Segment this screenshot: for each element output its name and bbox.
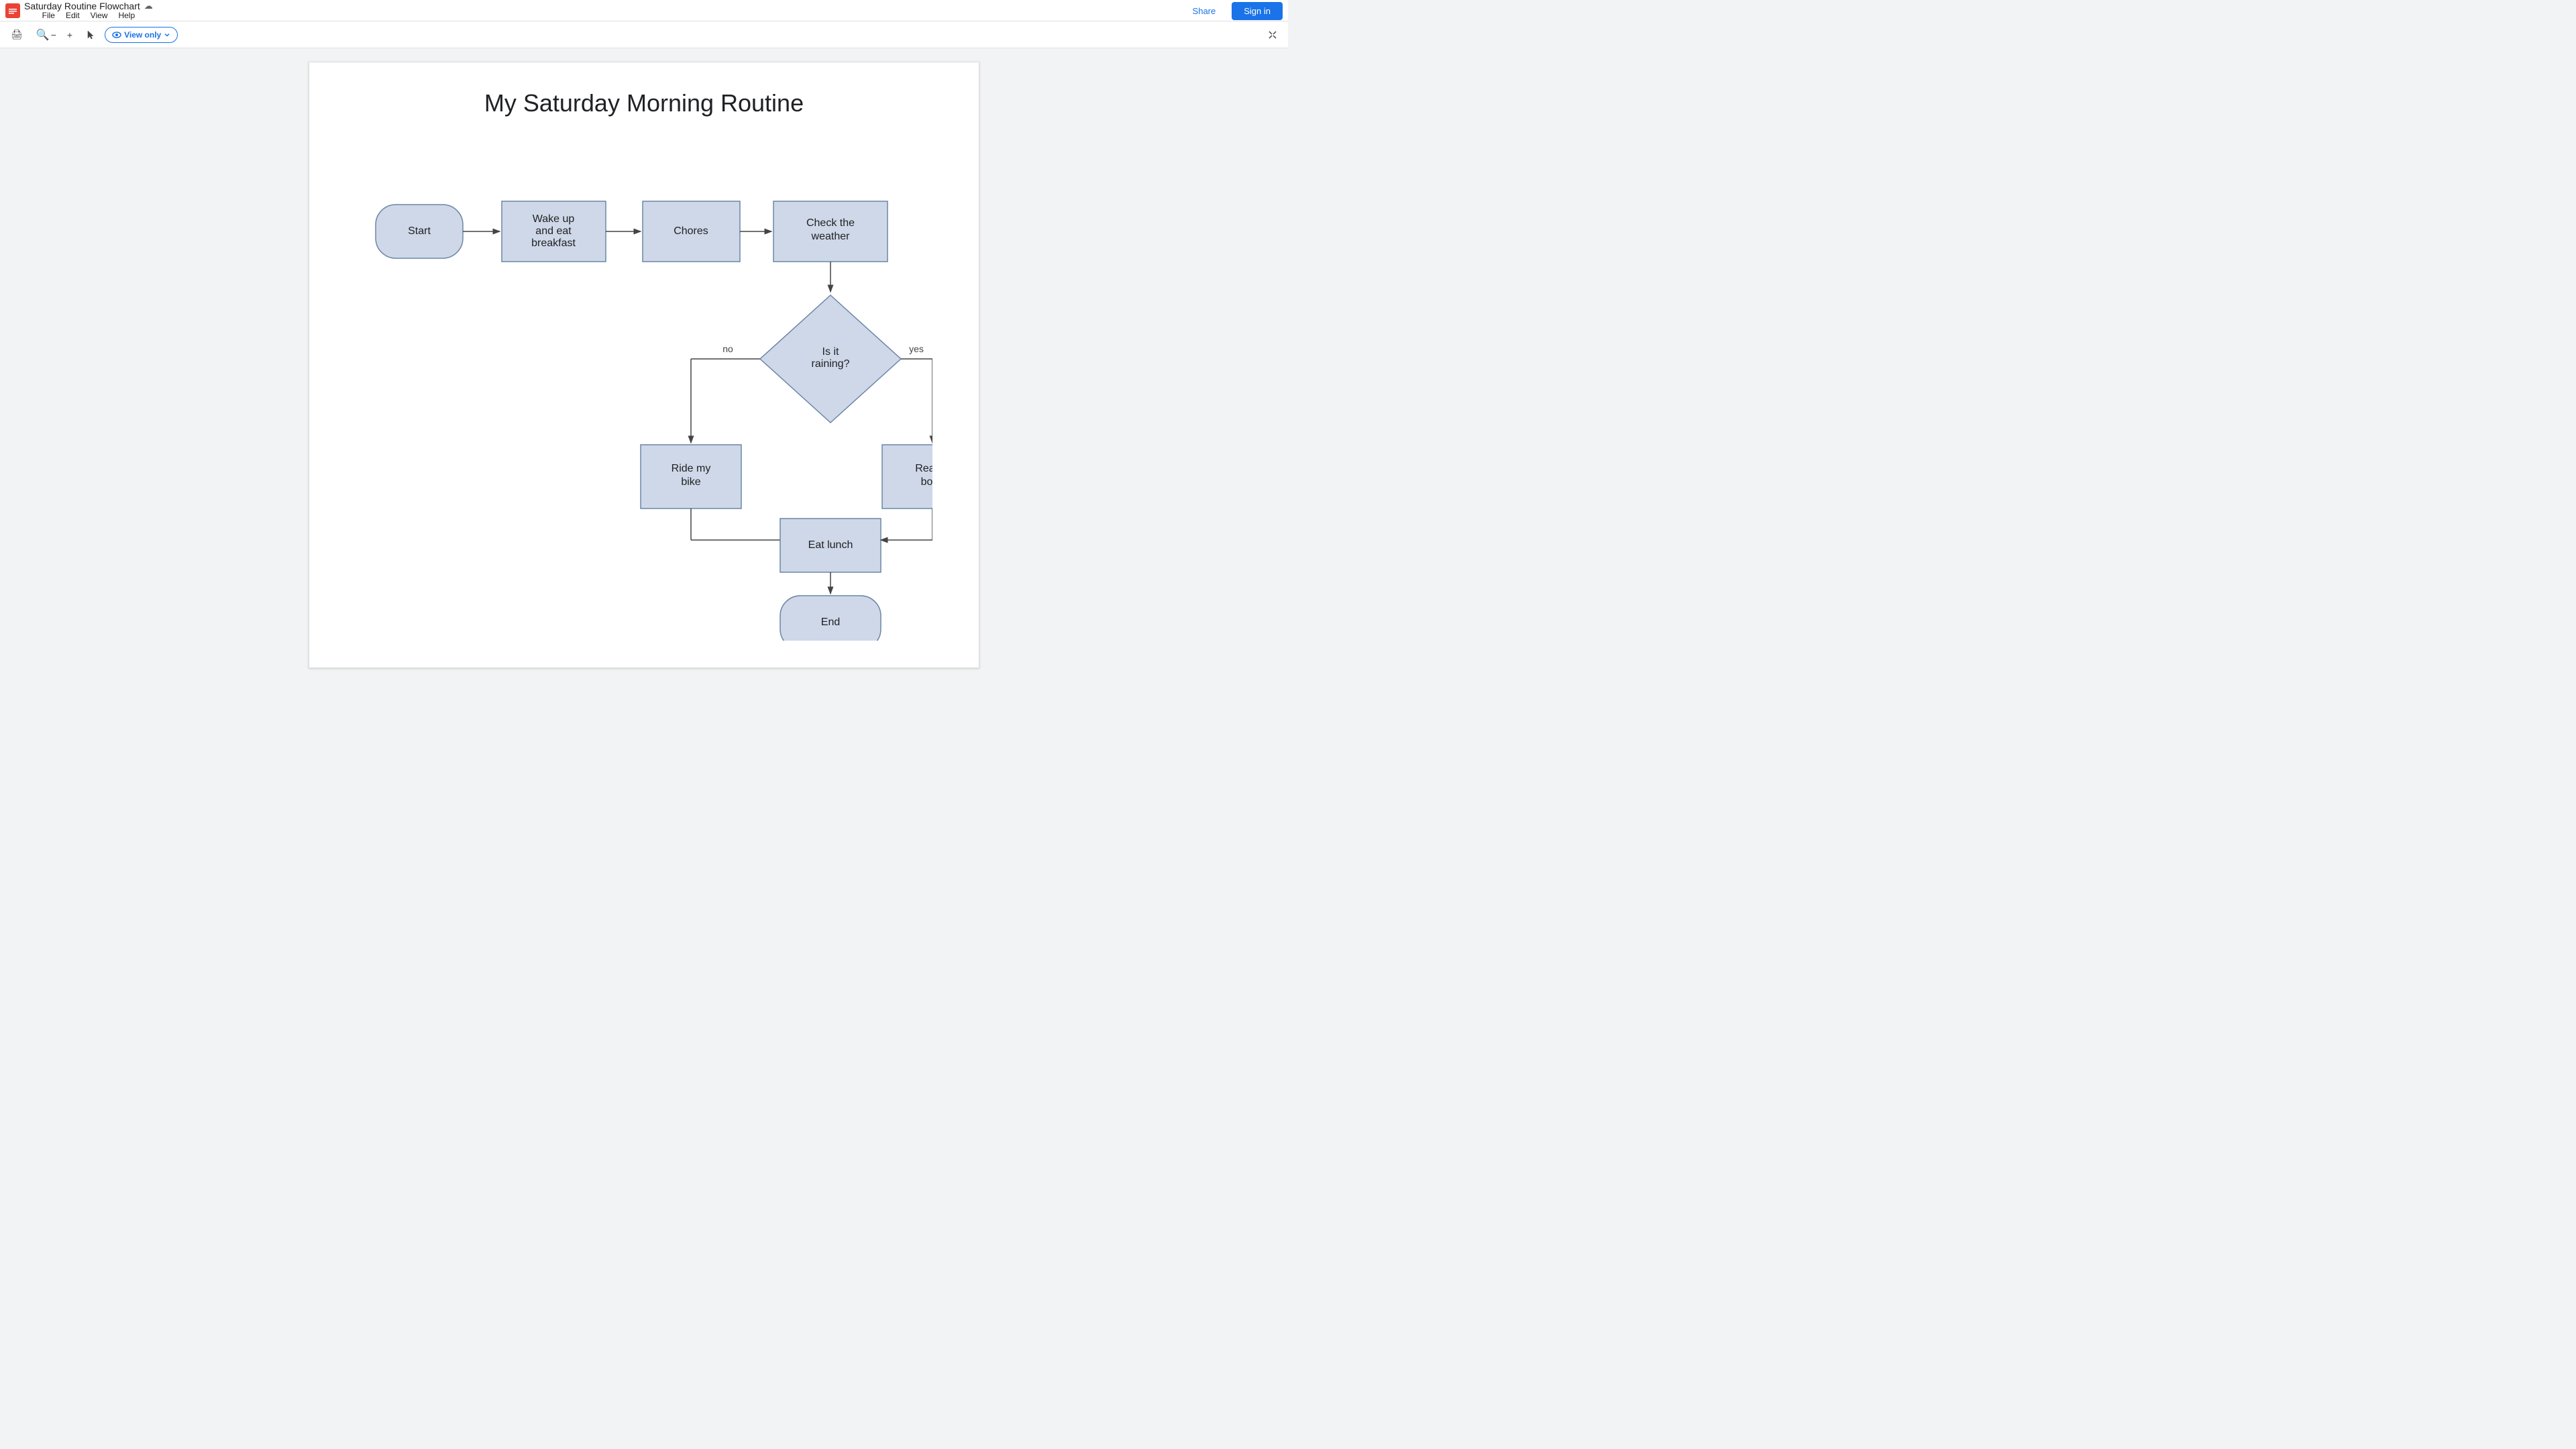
raining-line1: Is it bbox=[822, 346, 839, 358]
chevron-down-icon bbox=[164, 32, 170, 38]
flowchart-svg: Start Wake up and eat breakfast Chores C… bbox=[356, 151, 932, 641]
eye-icon bbox=[112, 30, 121, 40]
weather-line1: Check the bbox=[806, 217, 855, 229]
cloud-save-icon: ☁ bbox=[144, 1, 153, 11]
wakeup-line3: breakfast bbox=[531, 237, 576, 249]
zoom-in-button[interactable]: + bbox=[62, 27, 78, 43]
topbar-right: Share Sign in bbox=[1182, 0, 1283, 21]
pointer-icon bbox=[86, 30, 97, 40]
chores-label: Chores bbox=[674, 225, 708, 237]
raining-line2: raining? bbox=[812, 358, 850, 370]
title-menu-area: Saturday Routine Flowchart ☁ File Edit V… bbox=[24, 0, 153, 21]
menu-file[interactable]: File bbox=[37, 10, 60, 21]
top-bar: Saturday Routine Flowchart ☁ File Edit V… bbox=[0, 0, 1288, 21]
read-book-line1: Read a bbox=[915, 463, 932, 474]
ride-bike-line1: Ride my bbox=[672, 463, 711, 474]
weather-line2: weather bbox=[811, 231, 851, 242]
zoom-out-button[interactable]: 🔍 − bbox=[31, 25, 62, 44]
wakeup-line2: and eat bbox=[535, 225, 572, 237]
print-icon: 🖨 bbox=[11, 29, 23, 40]
ride-bike-line2: bike bbox=[681, 476, 700, 488]
zoom-controls: 🔍 − + bbox=[31, 25, 78, 44]
no-label: no bbox=[722, 343, 733, 354]
eat-lunch-label: Eat lunch bbox=[808, 539, 853, 551]
end-label: End bbox=[821, 616, 840, 628]
view-only-label: View only bbox=[124, 30, 161, 40]
flowchart-title: My Saturday Morning Routine bbox=[323, 89, 965, 117]
collapse-icon bbox=[1268, 30, 1277, 40]
document-canvas: My Saturday Morning Routine Start Wake u… bbox=[309, 62, 979, 668]
menu-view[interactable]: View bbox=[85, 10, 113, 21]
zoom-minus-icon: − bbox=[51, 30, 56, 40]
share-button[interactable]: Share bbox=[1182, 3, 1227, 19]
pointer-button[interactable] bbox=[80, 27, 102, 43]
wakeup-line1: Wake up bbox=[533, 213, 575, 225]
toolbar: 🖨 🔍 − + View only bbox=[0, 21, 1288, 48]
menu-help[interactable]: Help bbox=[113, 10, 140, 21]
zoom-out-icon: 🔍 bbox=[36, 28, 50, 42]
app-icon bbox=[5, 3, 20, 18]
main-content: My Saturday Morning Routine Start Wake u… bbox=[0, 48, 1288, 1449]
start-label: Start bbox=[408, 225, 431, 237]
collapse-button[interactable] bbox=[1263, 28, 1283, 42]
print-button[interactable]: 🖨 bbox=[5, 26, 28, 43]
read-book-line2: book bbox=[921, 476, 932, 488]
view-only-button[interactable]: View only bbox=[105, 27, 178, 43]
menu-edit[interactable]: Edit bbox=[60, 10, 85, 21]
yes-label: yes bbox=[909, 343, 924, 354]
signin-button[interactable]: Sign in bbox=[1232, 2, 1283, 20]
zoom-in-icon: + bbox=[67, 30, 72, 40]
